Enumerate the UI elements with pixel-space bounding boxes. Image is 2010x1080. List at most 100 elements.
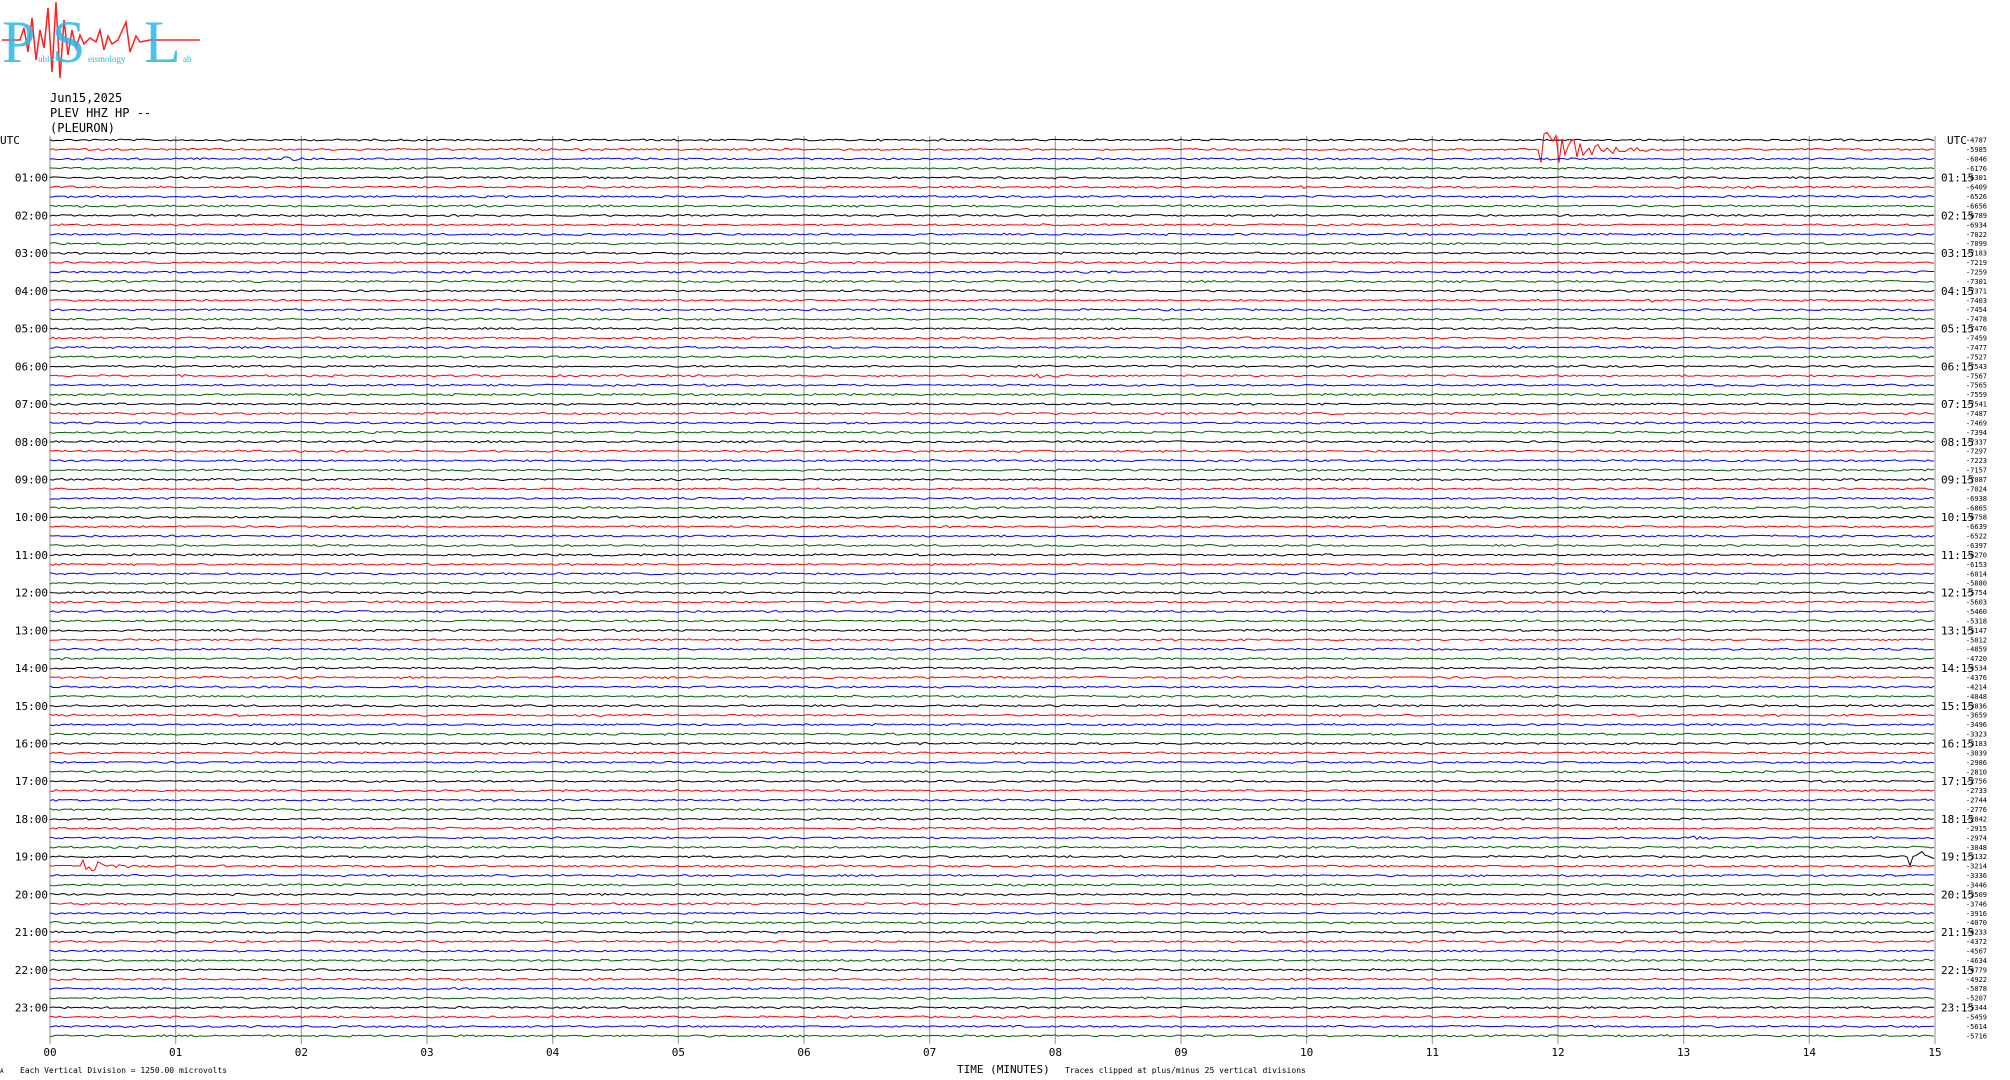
trace-offset-label: -6934 (1966, 221, 1987, 229)
left-hour-label: 16:00 (15, 738, 48, 751)
left-hour-label: 11:00 (15, 549, 48, 562)
trace-30 (49, 421, 1935, 425)
trace-68 (49, 779, 1935, 783)
trace-offset-label: -3916 (1966, 910, 1987, 918)
right-axis-title: UTC (1947, 134, 1967, 147)
right-hour-label: 23:15 (1941, 1002, 1974, 1015)
trace-15 (49, 279, 1935, 284)
trace-offset-label: -4372 (1966, 938, 1987, 946)
trace-8 (49, 213, 1935, 218)
right-hour-label: 08:15 (1941, 436, 1974, 449)
trace-77 (49, 858, 1935, 872)
left-hour-label: 03:00 (15, 247, 48, 260)
trace-40 (49, 515, 1935, 519)
trace-66 (49, 760, 1935, 765)
trace-74 (49, 835, 1935, 841)
x-tick-label: 14 (1803, 1046, 1817, 1059)
trace-52 (49, 628, 1935, 633)
trace-offset-label: -3659 (1966, 712, 1987, 720)
trace-offset-label: -2974 (1966, 834, 1987, 842)
trace-75 (49, 845, 1935, 849)
trace-offset-label: -3336 (1966, 872, 1987, 880)
trace-offset-label: -7454 (1966, 306, 1987, 314)
trace-49 (49, 600, 1935, 604)
trace-7 (49, 204, 1935, 208)
trace-offset-label: -2733 (1966, 787, 1987, 795)
seismic-traces (49, 131, 1935, 1038)
left-hour-label: 06:00 (15, 360, 48, 373)
right-hour-label: 13:15 (1941, 624, 1974, 637)
x-axis-title: TIME (MINUTES) (957, 1063, 1050, 1076)
x-tick-label: 10 (1300, 1046, 1313, 1059)
trace-22 (49, 345, 1935, 350)
trace-26 (49, 383, 1935, 387)
trace-28 (49, 402, 1935, 406)
x-tick-label: 06 (797, 1046, 810, 1059)
trace-13 (49, 260, 1935, 265)
right-hour-label: 02:15 (1941, 209, 1974, 222)
trace-offset-label: -7477 (1966, 344, 1987, 352)
x-tick-label: 08 (1049, 1046, 1062, 1059)
trace-offset-label: -6014 (1966, 570, 1987, 578)
trace-32 (49, 440, 1935, 444)
trace-offset-label: -4214 (1966, 683, 1987, 691)
right-hour-label: 16:15 (1941, 738, 1974, 751)
trace-offset-label: -7024 (1966, 485, 1987, 493)
trace-64 (49, 741, 1935, 746)
trace-90 (49, 986, 1935, 991)
trace-19 (49, 317, 1935, 321)
trace-94 (49, 1024, 1935, 1029)
corner-mark: A (0, 1068, 4, 1075)
trace-offset-label: -5614 (1966, 1023, 1987, 1031)
x-tick-label: 13 (1677, 1046, 1690, 1059)
trace-12 (49, 251, 1935, 255)
trace-88 (49, 968, 1935, 972)
right-hour-label: 04:15 (1941, 285, 1974, 298)
left-hour-label: 23:00 (15, 1002, 48, 1015)
trace-offset-label: -6046 (1966, 155, 1987, 163)
trace-78 (49, 873, 1935, 878)
trace-18 (49, 308, 1935, 312)
trace-36 (49, 477, 1935, 482)
left-hour-label: 07:00 (15, 398, 48, 411)
trace-offset-label: -5985 (1966, 146, 1987, 154)
trace-offset-label: -7223 (1966, 457, 1987, 465)
right-hour-label: 03:15 (1941, 247, 1974, 260)
trace-29 (49, 411, 1935, 416)
trace-1 (49, 131, 1935, 163)
right-hour-label: 11:15 (1941, 549, 1974, 562)
left-hour-label: 12:00 (15, 587, 48, 600)
trace-offset-label: -7259 (1966, 269, 1987, 277)
right-hour-label: 06:15 (1941, 360, 1974, 373)
x-tick-label: 05 (672, 1046, 685, 1059)
trace-offset-label: -3214 (1966, 863, 1987, 871)
trace-14 (49, 270, 1935, 274)
trace-offset-label: -4376 (1966, 674, 1987, 682)
scale-note: Each Vertical Division = 1250.00 microvo… (20, 1066, 228, 1075)
left-hour-label: 01:00 (15, 172, 48, 185)
trace-84 (49, 930, 1935, 934)
left-hour-label: 09:00 (15, 473, 48, 486)
trace-85 (49, 939, 1935, 944)
left-hour-label: 04:00 (15, 285, 48, 298)
trace-91 (49, 996, 1935, 1000)
trace-56 (49, 666, 1935, 670)
right-hour-label: 12:15 (1941, 587, 1974, 600)
trace-95 (49, 1034, 1935, 1038)
trace-34 (49, 458, 1935, 463)
trace-73 (49, 826, 1935, 831)
trace-42 (49, 534, 1935, 538)
trace-81 (49, 902, 1935, 906)
trace-9 (49, 223, 1935, 227)
trace-offset-label: -3039 (1966, 749, 1987, 757)
trace-offset-label: -7567 (1966, 372, 1987, 380)
trace-offset-label: -5459 (1966, 1013, 1987, 1021)
trace-offset-label: -6526 (1966, 193, 1987, 201)
right-hour-label: 09:15 (1941, 473, 1974, 486)
trace-11 (49, 242, 1935, 246)
trace-offset-label: -7487 (1966, 410, 1987, 418)
trace-offset-label: -2915 (1966, 825, 1987, 833)
trace-27 (49, 392, 1935, 397)
trace-50 (49, 609, 1935, 614)
trace-37 (49, 487, 1935, 491)
